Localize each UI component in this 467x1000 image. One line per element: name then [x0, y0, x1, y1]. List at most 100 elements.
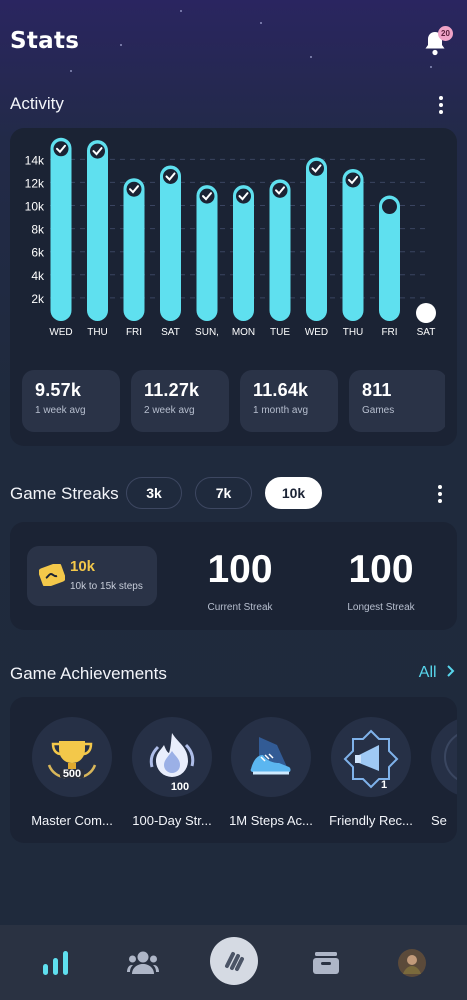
game-streaks-header: Game Streaks 3k 7k 10k	[10, 477, 457, 511]
stat-tiles: 9.57k 1 week avg 11.27k 2 week avg 11.64…	[22, 370, 445, 432]
stat-value: 9.57k	[35, 380, 82, 400]
activity-bar[interactable]	[306, 157, 327, 321]
achievement-badge	[431, 717, 457, 797]
achievements-card: 500 Master Com... 100 100-Day Str... 1M …	[10, 697, 457, 843]
activity-bar[interactable]	[233, 185, 254, 321]
achievements-all-link[interactable]: All	[419, 664, 455, 682]
streak-option-10k[interactable]: 10k	[265, 477, 322, 509]
x-tick-label: SAT	[417, 327, 436, 338]
chevron-right-icon	[447, 665, 455, 677]
nav-profile[interactable]	[392, 943, 432, 983]
nav-wallet[interactable]	[306, 943, 346, 983]
activity-bar[interactable]	[87, 140, 108, 321]
stat-label: Games	[362, 405, 395, 416]
x-tick-label: WED	[305, 327, 328, 338]
y-tick-label: 2k	[31, 292, 45, 306]
achievement-name: Friendly Rec...	[329, 813, 413, 828]
y-tick-label: 4k	[31, 269, 45, 283]
achievement-item[interactable]: 1 Friendly Rec...	[323, 717, 419, 828]
notification-badge: 20	[438, 26, 453, 41]
longest-streak-value: 100	[348, 548, 414, 591]
y-tick-label: 14k	[25, 153, 45, 167]
achievement-item[interactable]: 100 100-Day Str...	[124, 717, 220, 828]
home-icon	[225, 952, 244, 971]
dot-icon	[439, 103, 443, 107]
dot-icon	[439, 110, 443, 114]
stat-label: 1 month avg	[253, 405, 309, 416]
current-streak-label: Current Streak	[207, 602, 273, 613]
partial-icon	[444, 733, 457, 781]
dot-icon	[438, 485, 442, 489]
step-badge-icon	[39, 564, 65, 586]
streak-level-badge: 10k 10k to 15k steps	[27, 546, 157, 606]
goal-check-icon	[308, 159, 325, 177]
stat-value: 11.64k	[253, 380, 309, 400]
achievement-badge: 100	[132, 717, 212, 797]
streaks-more-button[interactable]	[434, 484, 446, 504]
achievement-item[interactable]: 1M Steps Ac...	[223, 717, 319, 828]
stat-value: 811	[362, 380, 392, 400]
achievement-badge: 500	[32, 717, 112, 797]
goal-check-icon	[198, 187, 216, 205]
goal-dot-icon	[381, 198, 398, 216]
nav-friends[interactable]	[123, 943, 163, 983]
x-tick-label: SAT	[161, 327, 180, 338]
stat-value: 11.27k	[144, 380, 200, 400]
achievement-badge-number: 100	[170, 781, 190, 793]
sneaker-icon	[250, 737, 291, 775]
achievement-badge: 1	[331, 717, 411, 797]
achievement-item[interactable]: 500 Master Com...	[24, 717, 120, 828]
activity-chart: 14k 12k 10k 8k 6k 4k 2k WED THU FRI SAT SUN, MON TUE W…	[25, 137, 436, 338]
streak-option-3k[interactable]: 3k	[126, 477, 182, 509]
achievement-item[interactable]: Se	[423, 717, 457, 828]
achievements-title: Game Achievements	[10, 664, 167, 683]
goal-check-icon	[344, 171, 362, 189]
achievement-name: Master Com...	[31, 813, 113, 828]
notifications-button[interactable]: 20	[423, 26, 453, 58]
game-streaks-title: Game Streaks	[10, 484, 119, 503]
achievement-name: 100-Day Str...	[132, 813, 212, 828]
dot-icon	[439, 96, 443, 100]
wallet-icon	[313, 952, 339, 974]
goal-check-icon	[125, 180, 143, 198]
activity-bar[interactable]	[123, 178, 145, 321]
x-tick-label: WED	[49, 327, 72, 338]
activity-card: 14k 12k 10k 8k 6k 4k 2k WED THU FRI SAT SUN, MON TUE W…	[10, 128, 457, 446]
longest-streak-label: Longest Streak	[347, 602, 415, 613]
activity-bar[interactable]	[269, 179, 291, 321]
streak-option-7k[interactable]: 7k	[195, 477, 252, 509]
achievement-badge-number: 1	[380, 779, 388, 791]
stat-tile-month: 11.64k 1 month avg	[240, 370, 338, 432]
nav-stats[interactable]	[36, 943, 76, 983]
activity-bar[interactable]	[160, 165, 181, 321]
friends-icon	[127, 951, 159, 974]
stat-tile-games: 811 Games	[349, 370, 445, 432]
stat-label: 2 week avg	[144, 405, 195, 416]
dot-icon	[438, 499, 442, 503]
activity-bar-empty[interactable]	[416, 303, 436, 323]
activity-bar[interactable]	[196, 185, 218, 321]
streak-card: 10k 10k to 15k steps 100 Current Streak …	[10, 522, 457, 630]
y-tick-label: 6k	[31, 246, 45, 260]
x-tick-label: THU	[87, 327, 108, 338]
goal-check-icon	[52, 140, 70, 158]
x-tick-label: FRI	[126, 327, 142, 338]
dot-icon	[438, 492, 442, 496]
activity-bar[interactable]	[50, 137, 72, 321]
nav-home[interactable]	[210, 937, 258, 985]
activity-bar[interactable]	[342, 168, 364, 321]
achievement-name: 1M Steps Ac...	[229, 813, 313, 828]
profile-avatar	[398, 949, 426, 977]
x-tick-label: SUN,	[195, 327, 219, 338]
achievement-name: Se	[431, 813, 447, 828]
y-tick-label: 10k	[25, 200, 45, 214]
all-label: All	[418, 664, 437, 681]
achievement-badge	[231, 717, 311, 797]
x-tick-label: FRI	[381, 327, 397, 338]
stat-label: 1 week avg	[35, 405, 86, 416]
activity-more-button[interactable]	[435, 95, 447, 115]
header: Stats 20	[10, 26, 457, 60]
achievement-badge-number: 500	[62, 768, 82, 780]
page-title: Stats	[10, 28, 80, 54]
trophy-icon	[47, 741, 97, 779]
